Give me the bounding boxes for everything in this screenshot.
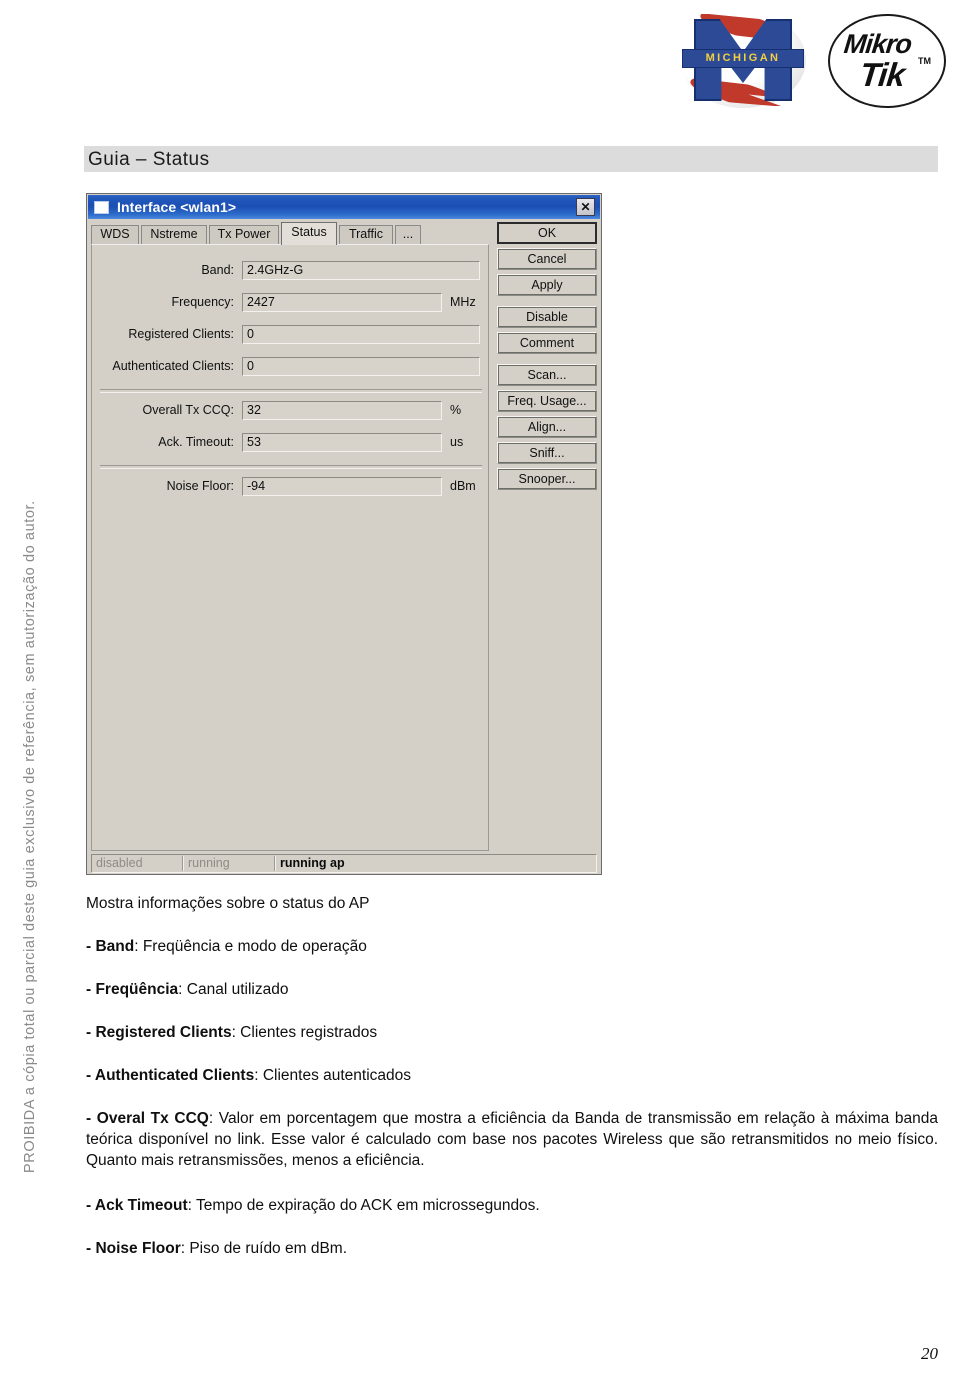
field-group-divider [100, 389, 482, 393]
field-value-band[interactable]: 2.4GHz-G [242, 261, 480, 280]
field-label: Band: [201, 263, 234, 277]
mikrotik-logo: Mikro Tik TM [826, 12, 946, 108]
definition-term: - Freqüência [86, 981, 179, 998]
field-row: Ack. Timeout: 53 us [92, 433, 490, 455]
snooper-button[interactable]: Snooper... [497, 468, 597, 490]
noise-term: - Noise Floor [86, 1240, 181, 1257]
copyright-notice-text: PROIBIDA a cópia total ou parcial deste … [22, 500, 38, 1173]
definition-item: - Authenticated Clients: Clientes autent… [86, 1065, 938, 1086]
field-unit: us [450, 435, 464, 449]
definition-desc: : Clientes registrados [231, 1024, 378, 1041]
field-value-registered-clients[interactable]: 0 [242, 325, 480, 344]
intro-paragraph: Mostra informações sobre o status do AP [86, 895, 370, 912]
page-title-text: Guia – Status [88, 149, 210, 170]
tab-nstreme[interactable]: Nstreme [141, 225, 207, 244]
field-unit: MHz [450, 295, 476, 309]
michigan-logo: MICHIGAN [668, 10, 818, 110]
definition-desc: : Clientes autenticados [254, 1067, 412, 1084]
definition-term: - Registered Clients [86, 1024, 232, 1041]
tab-traffic[interactable]: Traffic [339, 225, 393, 244]
status-tab-page: Band: 2.4GHz-G Frequency: 2427 MHz Registered… [91, 244, 489, 851]
interface-dialog: Interface <wlan1> ✕ WDS Nstreme Tx Power St… [86, 193, 602, 875]
field-label: Frequency: [171, 295, 234, 309]
ccq-desc: : Valor em porcentagem que mostra a efic… [86, 1110, 939, 1169]
definition-term: - Authenticated Clients [86, 1067, 255, 1084]
definition-desc: : Canal utilizado [178, 981, 289, 998]
ccq-paragraph: - Overal Tx CCQ: Valor em porcentagem qu… [86, 1108, 938, 1171]
tab-tx-power[interactable]: Tx Power [209, 225, 279, 244]
field-value-frequency[interactable]: 2427 [242, 293, 442, 312]
field-label: Registered Clients: [128, 327, 234, 341]
field-value-overall-tx-ccq[interactable]: 32 [242, 401, 442, 420]
michigan-logo-wordmark: MICHIGAN [682, 49, 804, 68]
header-logos: MICHIGAN Mikro Tik TM [660, 8, 952, 112]
tab-wds[interactable]: WDS [91, 225, 139, 244]
field-unit: dBm [450, 479, 476, 493]
sniff-button[interactable]: Sniff... [497, 442, 597, 464]
definition-list: - Band: Freqüência e modo de operação - F… [86, 936, 938, 1086]
page-title: Guia – Status [84, 146, 938, 172]
status-badge: running ap [280, 856, 345, 870]
dialog-title: Interface <wlan1> [117, 199, 237, 215]
copyright-notice: PROIBIDA a cópia total ou parcial deste … [0, 0, 40, 1180]
scan-button[interactable]: Scan... [497, 364, 597, 386]
mikrotik-logo-line2: Tik [858, 56, 907, 93]
field-row: Overall Tx CCQ: 32% [92, 401, 490, 423]
definition-item: - Freqüência: Canal utilizado [86, 979, 938, 1000]
dialog-tabstrip: WDS Nstreme Tx Power Status Traffic... [91, 222, 491, 245]
body-copy: Mostra informações sobre o status do AP … [86, 893, 938, 1281]
field-row: Registered Clients: 0 [92, 325, 490, 347]
ack-term: - Ack Timeout [86, 1197, 188, 1214]
definition-desc: : Freqüência e modo de operação [134, 938, 367, 955]
definition-term: - Band [86, 938, 135, 955]
mikrotik-logo-trademark: TM [918, 56, 931, 66]
cancel-button[interactable]: Cancel [497, 248, 597, 270]
dialog-titlebar: Interface <wlan1> ✕ [88, 195, 600, 219]
disable-button[interactable]: Disable [497, 306, 597, 328]
noise-paragraph: - Noise Floor: Piso de ruído em dBm. [86, 1238, 938, 1259]
field-label: Ack. Timeout: [158, 435, 234, 449]
field-row: Noise Floor: -94 dBm [92, 477, 490, 499]
status-separator [274, 856, 276, 871]
definition-item: - Registered Clients: Clientes registrad… [86, 1022, 938, 1043]
status-badge: running [188, 856, 230, 870]
apply-button[interactable]: Apply [497, 274, 597, 296]
close-icon[interactable]: ✕ [576, 198, 595, 216]
status-separator [182, 856, 184, 871]
field-value-noise-floor[interactable]: -94 [242, 477, 442, 496]
page-number: 20 [921, 1344, 938, 1363]
field-row: Band: 2.4GHz-G [92, 261, 490, 283]
dialog-statusbar: disabled running running ap [91, 854, 597, 873]
field-row: Authenticated Clients: 0 [92, 357, 490, 379]
field-label: Authenticated Clients: [112, 359, 234, 373]
field-value-ack-timeout[interactable]: 53 [242, 433, 442, 452]
field-group-divider [100, 465, 482, 469]
ccq-term: - Overal Tx CCQ [86, 1110, 209, 1127]
align-button[interactable]: Align... [497, 416, 597, 438]
freq-usage-button[interactable]: Freq. Usage... [497, 390, 597, 412]
status-badge: disabled [96, 856, 143, 870]
ack-desc: : Tempo de expiração do ACK em microsseg… [187, 1197, 540, 1214]
ack-paragraph: - Ack Timeout: Tempo de expiração do ACK… [86, 1195, 938, 1216]
comment-button[interactable]: Comment [497, 332, 597, 354]
definition-item: - Band: Freqüência e modo de operação [86, 936, 938, 957]
noise-desc: : Piso de ruído em dBm. [180, 1240, 348, 1257]
tab-status[interactable]: Status [281, 222, 337, 245]
window-icon [94, 200, 109, 214]
field-value-authenticated-clients[interactable]: 0 [242, 357, 480, 376]
field-row: Frequency: 2427 MHz [92, 293, 490, 315]
field-unit: % [450, 403, 462, 417]
field-label: Overall Tx CCQ: [142, 403, 234, 417]
field-label: Noise Floor: [166, 479, 234, 493]
ok-button[interactable]: OK [497, 222, 597, 244]
tab-[interactable]: ... [395, 225, 421, 244]
